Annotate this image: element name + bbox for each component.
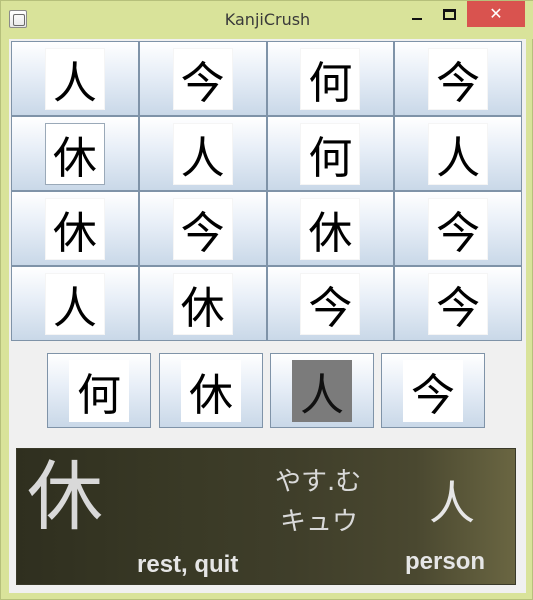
client-area: 人 今 何 今 休 人 何 人 休 今 休 今 人 休 今 今 何 休 人 今 … [9,39,526,593]
application-window: KanjiCrush ✕ 人 今 何 今 休 人 何 人 休 今 休 今 人 休… [0,0,533,600]
maximize-button[interactable] [433,1,465,27]
choice-button-selected[interactable]: 人 [270,353,374,428]
kanji-info-panel: 休 やす.む キュウ rest, quit 人 person [16,448,516,585]
grid-cell[interactable]: 人 [394,116,522,191]
kanji-tile: 人 [172,122,233,185]
info-kanji: 休 [27,452,103,541]
grid-cell[interactable]: 休 [11,191,139,266]
kanji-tile: 今 [300,272,361,335]
info-reading-on: キュウ [280,507,359,537]
info-compare-meaning: person [405,548,486,575]
grid-cell[interactable]: 人 [11,41,139,116]
kanji-tile: 今 [428,272,489,335]
grid-cell[interactable]: 何 [266,116,395,191]
kanji-tile: 何 [300,47,361,110]
choice-kanji-tile: 休 [181,359,241,422]
choice-button[interactable]: 今 [381,353,485,428]
title-bar[interactable]: KanjiCrush ✕ [1,1,533,39]
minimize-icon [412,18,422,20]
choice-button[interactable]: 何 [47,353,151,428]
choice-kanji-tile-selected: 人 [292,359,352,422]
choice-kanji-tile: 何 [69,359,129,422]
kanji-tile: 休 [300,197,361,260]
info-compare-kanji: 人 [429,476,475,530]
grid-cell[interactable]: 今 [394,266,522,341]
close-button[interactable]: ✕ [467,1,525,27]
grid-cell[interactable]: 休 [11,116,139,191]
minimize-button[interactable] [401,1,433,27]
info-meaning: rest, quit [137,551,239,578]
kanji-tile: 今 [428,197,489,260]
kanji-tile: 何 [300,122,361,185]
grid-cell[interactable]: 今 [394,41,522,116]
choice-kanji-tile: 今 [403,359,463,422]
maximize-icon [442,8,456,20]
kanji-tile: 人 [428,122,489,185]
kanji-tile: 今 [172,197,233,260]
grid-cell[interactable]: 今 [138,41,267,116]
kanji-tile: 人 [44,272,105,335]
kanji-tile: 休 [44,197,105,260]
grid-cell[interactable]: 今 [266,266,395,341]
kanji-tile: 今 [172,47,233,110]
kanji-tile: 休 [44,122,105,185]
grid-cell[interactable]: 休 [138,266,267,341]
kanji-tile: 休 [172,272,233,335]
grid-cell[interactable]: 人 [138,116,267,191]
kanji-grid: 人 今 何 今 休 人 何 人 休 今 休 今 人 休 今 今 [11,41,522,341]
kanji-tile: 今 [428,47,489,110]
info-reading-kun: やす.む [275,467,362,497]
close-icon: ✕ [489,4,503,23]
grid-cell[interactable]: 人 [11,266,139,341]
grid-cell[interactable]: 今 [138,191,267,266]
grid-cell[interactable]: 休 [266,191,395,266]
choice-button[interactable]: 休 [159,353,263,428]
kanji-choices: 何 休 人 今 [47,353,485,428]
grid-cell[interactable]: 何 [266,41,395,116]
grid-cell[interactable]: 今 [394,191,522,266]
kanji-tile: 人 [44,47,105,110]
